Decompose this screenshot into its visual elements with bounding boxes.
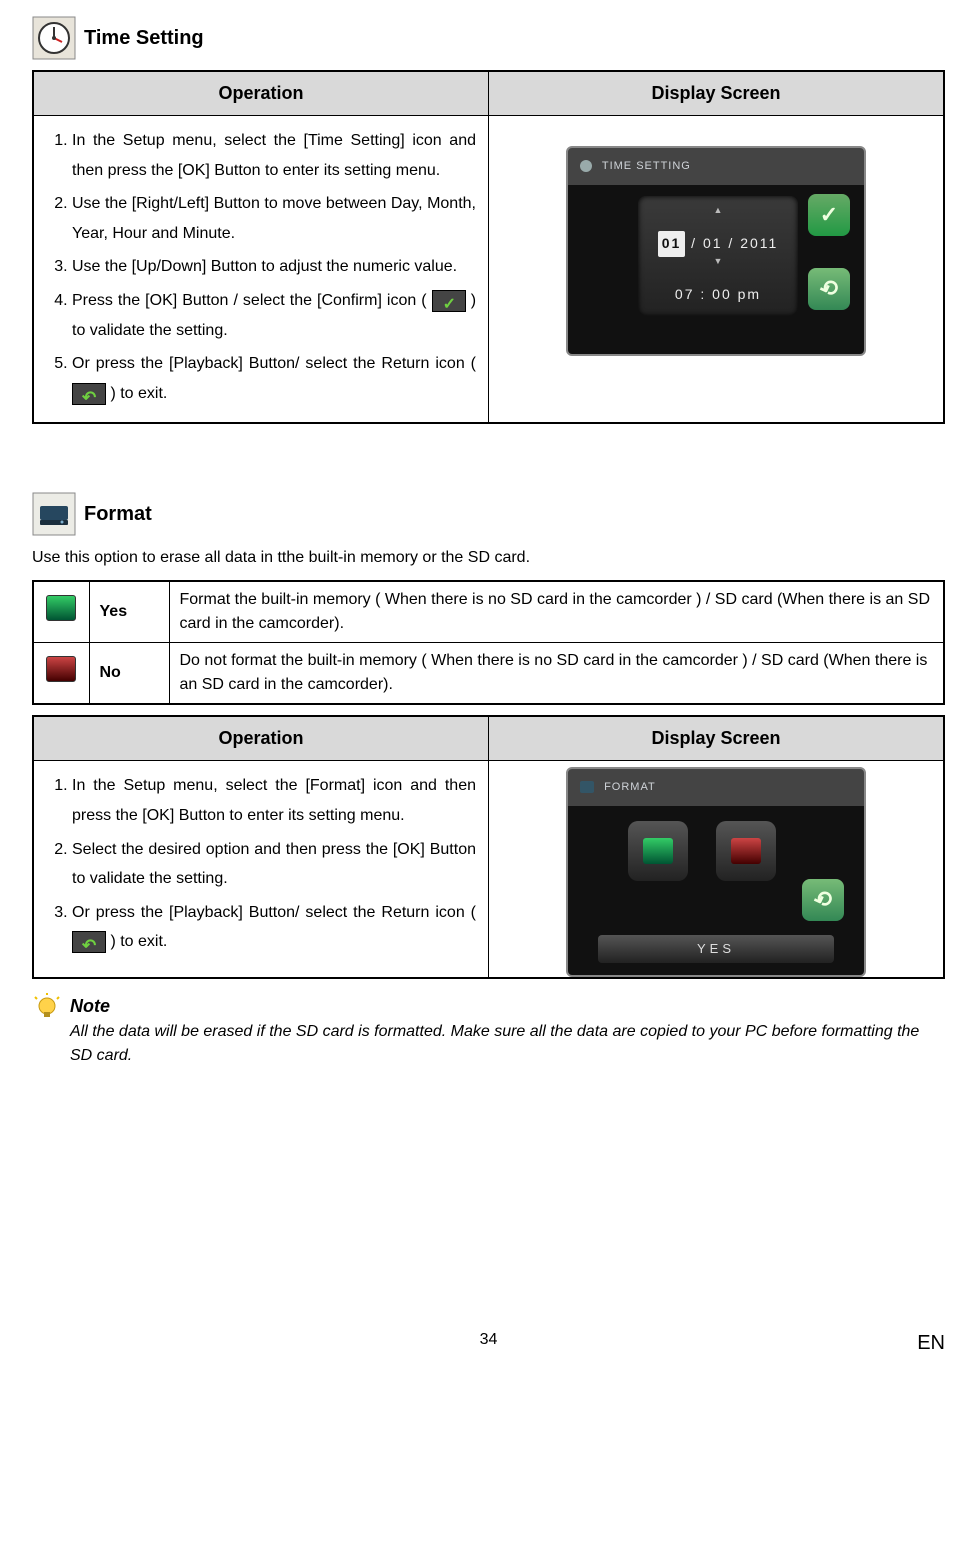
format-yes-option <box>628 821 688 881</box>
year-value: 2011 <box>740 235 778 251</box>
ts-step4: Press the [OK] Button / select the [Conf… <box>72 286 476 345</box>
format-no-icon <box>46 656 76 682</box>
clock-dot-icon <box>580 160 592 172</box>
return-icon-2 <box>72 931 106 953</box>
colon: : <box>700 286 706 302</box>
time-setting-title: Time Setting <box>84 23 204 53</box>
no-label: No <box>89 643 169 705</box>
fmt-step3: Or press the [Playback] Button/ select t… <box>72 898 476 957</box>
format-screen-title: FORMAT <box>580 777 656 797</box>
format-return-icon: ⟲ <box>802 879 844 921</box>
return-button-icon: ⟲ <box>808 268 850 310</box>
format-header: Format <box>32 492 945 536</box>
screen-title: TIME SETTING <box>580 156 691 176</box>
ampm-value: pm <box>738 286 761 302</box>
note-block: Note All the data will be erased if the … <box>32 993 945 1068</box>
month-value: 01 <box>703 235 723 251</box>
date-row: 01 / 01 / 2011 <box>638 231 798 257</box>
down-arrow-icon: ▼ <box>638 257 798 266</box>
confirm-button-icon: ✓ <box>808 194 850 236</box>
yes-label: Yes <box>89 581 169 643</box>
yes-icon-cell <box>33 581 89 643</box>
time-setting-screen-cell: TIME SETTING ▲ 01 / 01 / 2011 ▼ 07 : <box>489 116 945 424</box>
footer: 34 EN <box>32 1328 945 1358</box>
time-row: 07 : 00 pm <box>638 282 798 308</box>
note-body: All the data will be erased if the SD ca… <box>70 1020 945 1068</box>
format-yes-icon <box>46 595 76 621</box>
col-display: Display Screen <box>489 71 945 116</box>
format-title-icon <box>580 781 594 793</box>
return-icon <box>72 383 106 405</box>
ts-step1: In the Setup menu, select the [Time Sett… <box>72 126 476 185</box>
yes-desc: Format the built-in memory ( When there … <box>169 581 944 643</box>
lightbulb-icon <box>32 993 70 1068</box>
time-setting-screen: TIME SETTING ▲ 01 / 01 / 2011 ▼ 07 : <box>566 146 866 356</box>
format-options-table: Yes Format the built-in memory ( When th… <box>32 580 945 705</box>
drive-icon <box>32 492 76 536</box>
hour-value: 07 <box>675 286 695 302</box>
up-arrow-icon: ▲ <box>638 206 798 215</box>
language-label: EN <box>917 1328 945 1358</box>
time-setting-table: Operation Display Screen In the Setup me… <box>32 70 945 424</box>
format-no-option <box>716 821 776 881</box>
fmt-step2: Select the desired option and then press… <box>72 835 476 894</box>
fmt-step1: In the Setup menu, select the [Format] i… <box>72 771 476 830</box>
day-value: 01 <box>658 231 686 257</box>
col-operation: Operation <box>33 71 489 116</box>
clock-icon <box>32 16 76 60</box>
sep1: / <box>691 235 697 251</box>
format-screen-cell: FORMAT ⟲ YES <box>489 761 945 979</box>
no-desc: Do not format the built-in memory ( When… <box>169 643 944 705</box>
confirm-icon <box>432 290 466 312</box>
format-title: Format <box>84 499 152 529</box>
time-setting-steps: In the Setup menu, select the [Time Sett… <box>33 116 489 424</box>
no-icon-cell <box>33 643 89 705</box>
format-bar: YES <box>598 935 834 963</box>
sep2: / <box>728 235 734 251</box>
minute-value: 00 <box>712 286 732 302</box>
note-title: Note <box>70 993 945 1020</box>
format-steps: In the Setup menu, select the [Format] i… <box>33 761 489 979</box>
ts-step2: Use the [Right/Left] Button to move betw… <box>72 189 476 248</box>
col-operation-2: Operation <box>33 716 489 761</box>
time-setting-header: Time Setting <box>32 16 945 60</box>
date-panel: ▲ 01 / 01 / 2011 ▼ 07 : 00 pm <box>638 196 798 316</box>
page-number: 34 <box>32 1328 945 1352</box>
format-description: Use this option to erase all data in tth… <box>32 546 945 570</box>
ts-step5: Or press the [Playback] Button/ select t… <box>72 349 476 408</box>
format-screen: FORMAT ⟲ YES <box>566 767 866 977</box>
col-display-2: Display Screen <box>489 716 945 761</box>
ts-step3: Use the [Up/Down] Button to adjust the n… <box>72 252 476 282</box>
format-table: Operation Display Screen In the Setup me… <box>32 715 945 979</box>
